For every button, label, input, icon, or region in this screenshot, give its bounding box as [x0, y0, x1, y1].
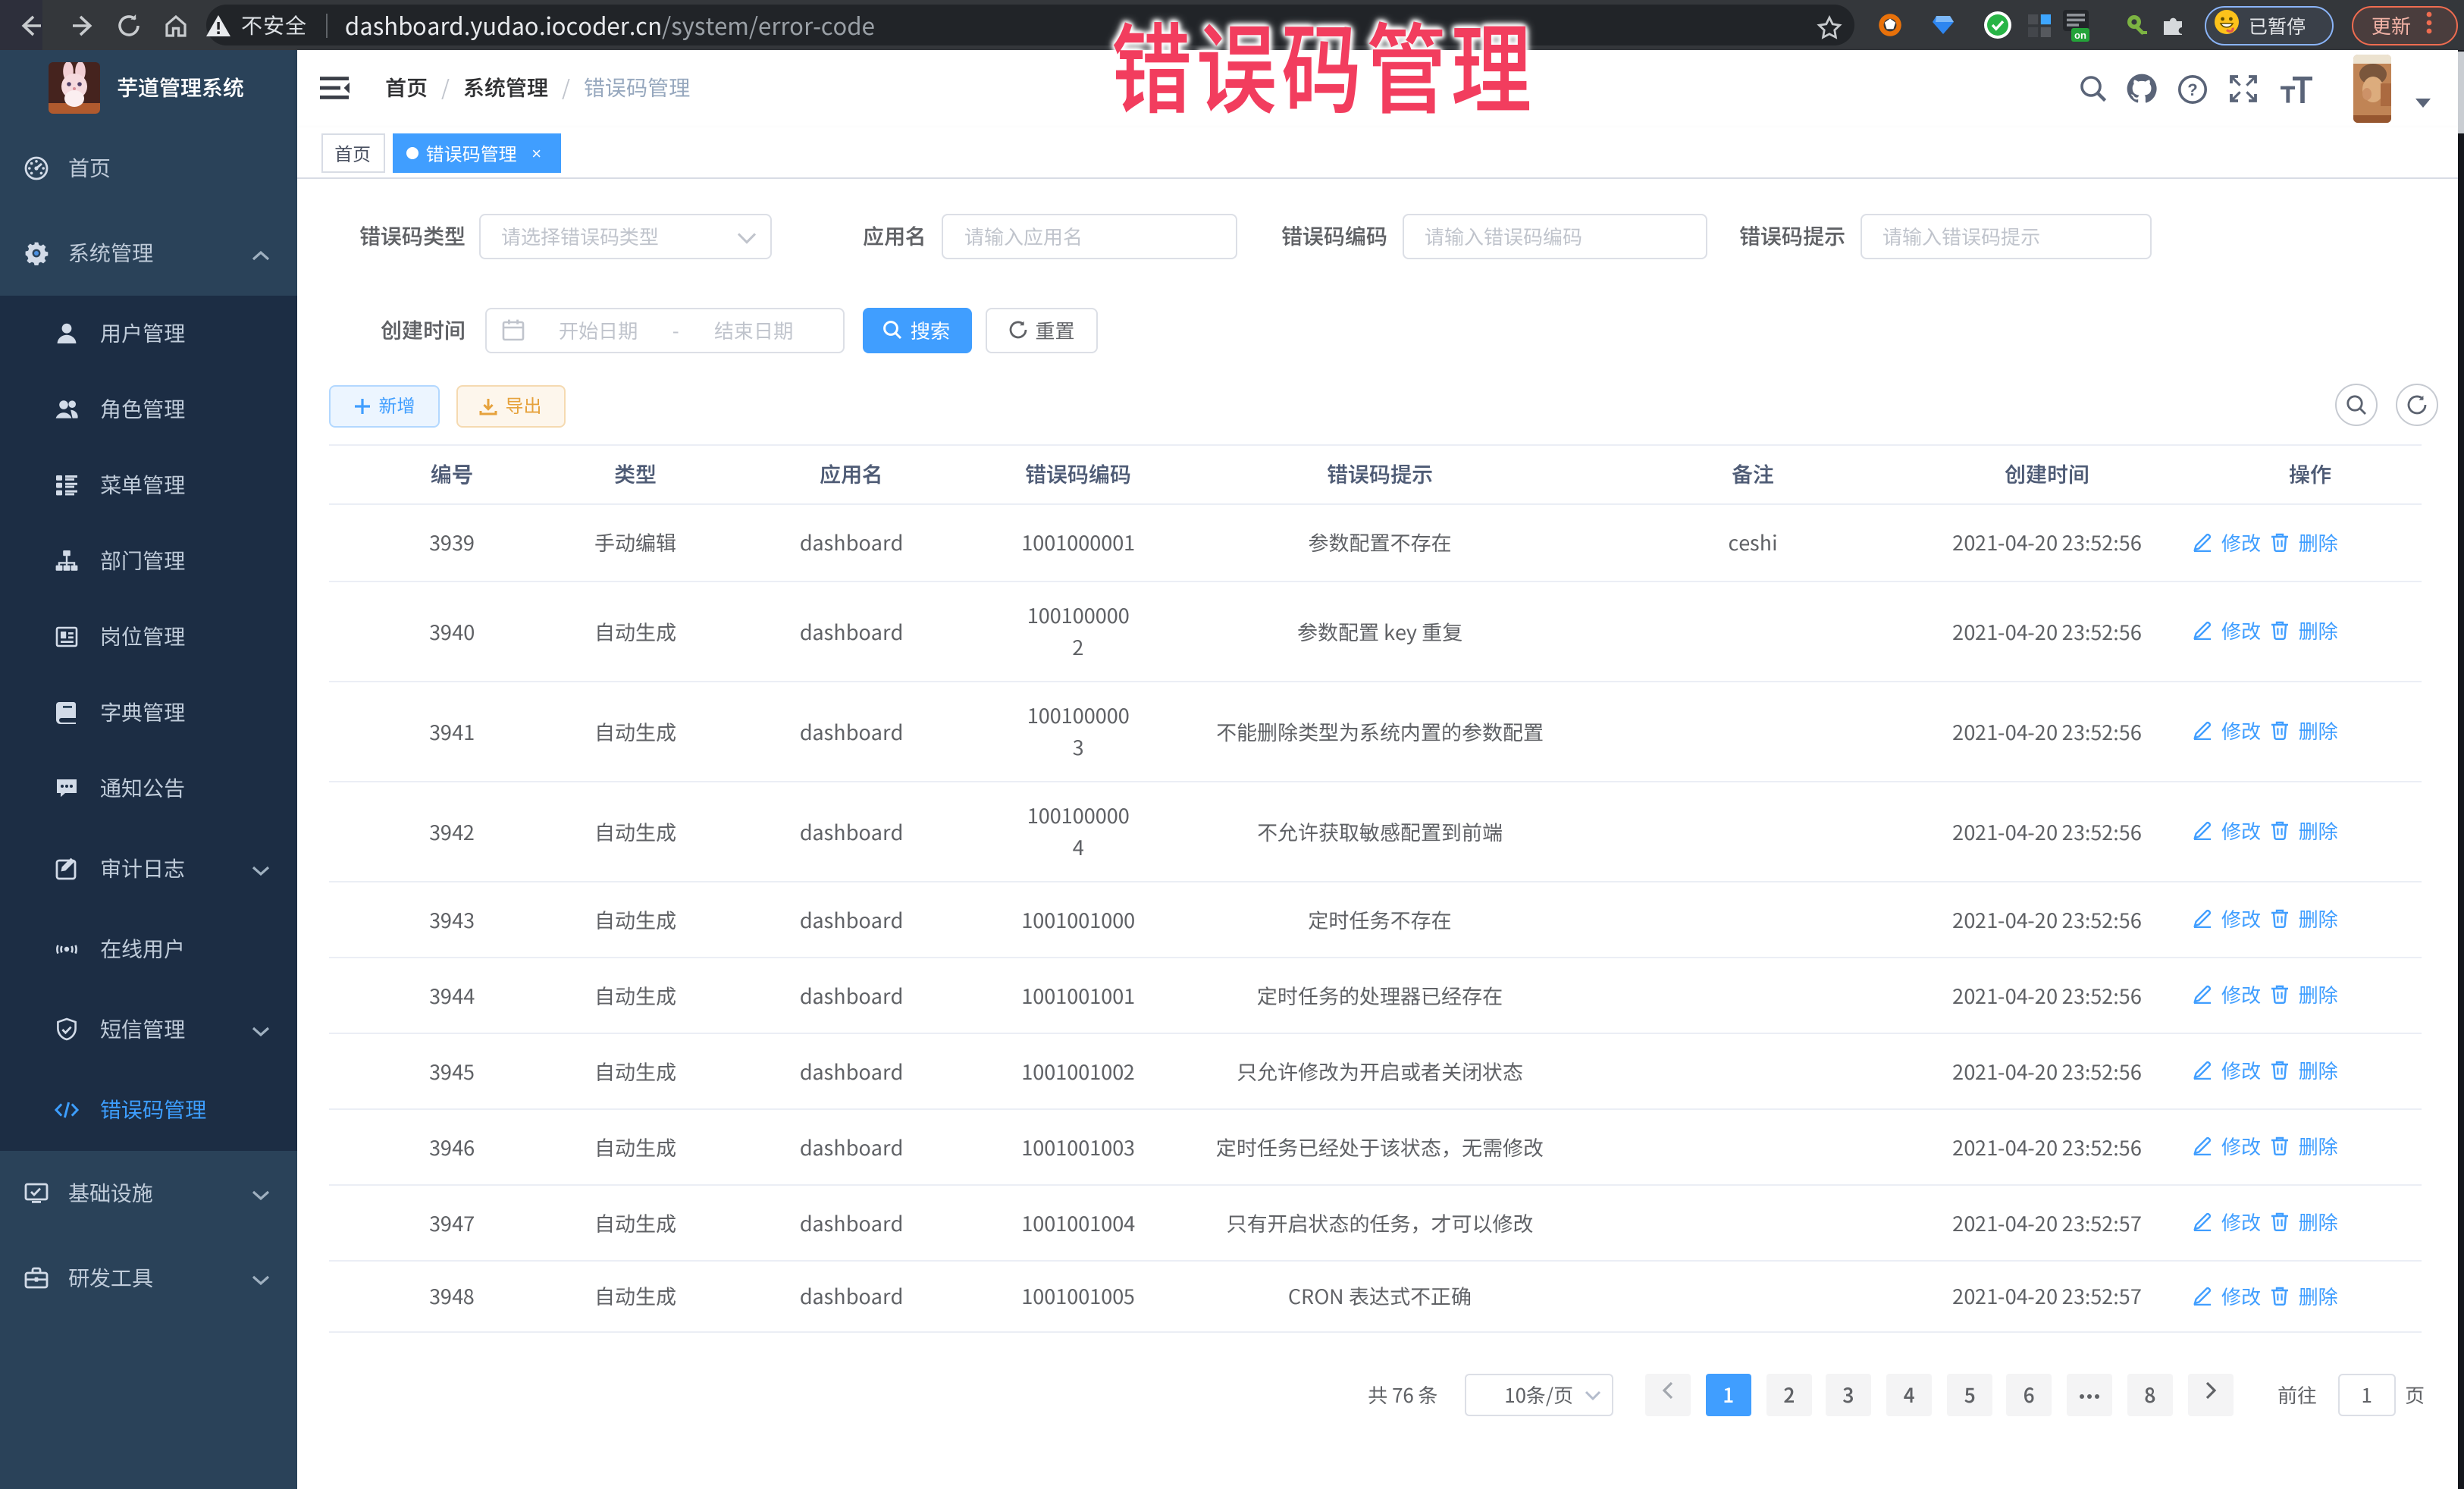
svg-text:on: on	[2074, 29, 2086, 40]
svg-text:?: ?	[2187, 80, 2197, 99]
